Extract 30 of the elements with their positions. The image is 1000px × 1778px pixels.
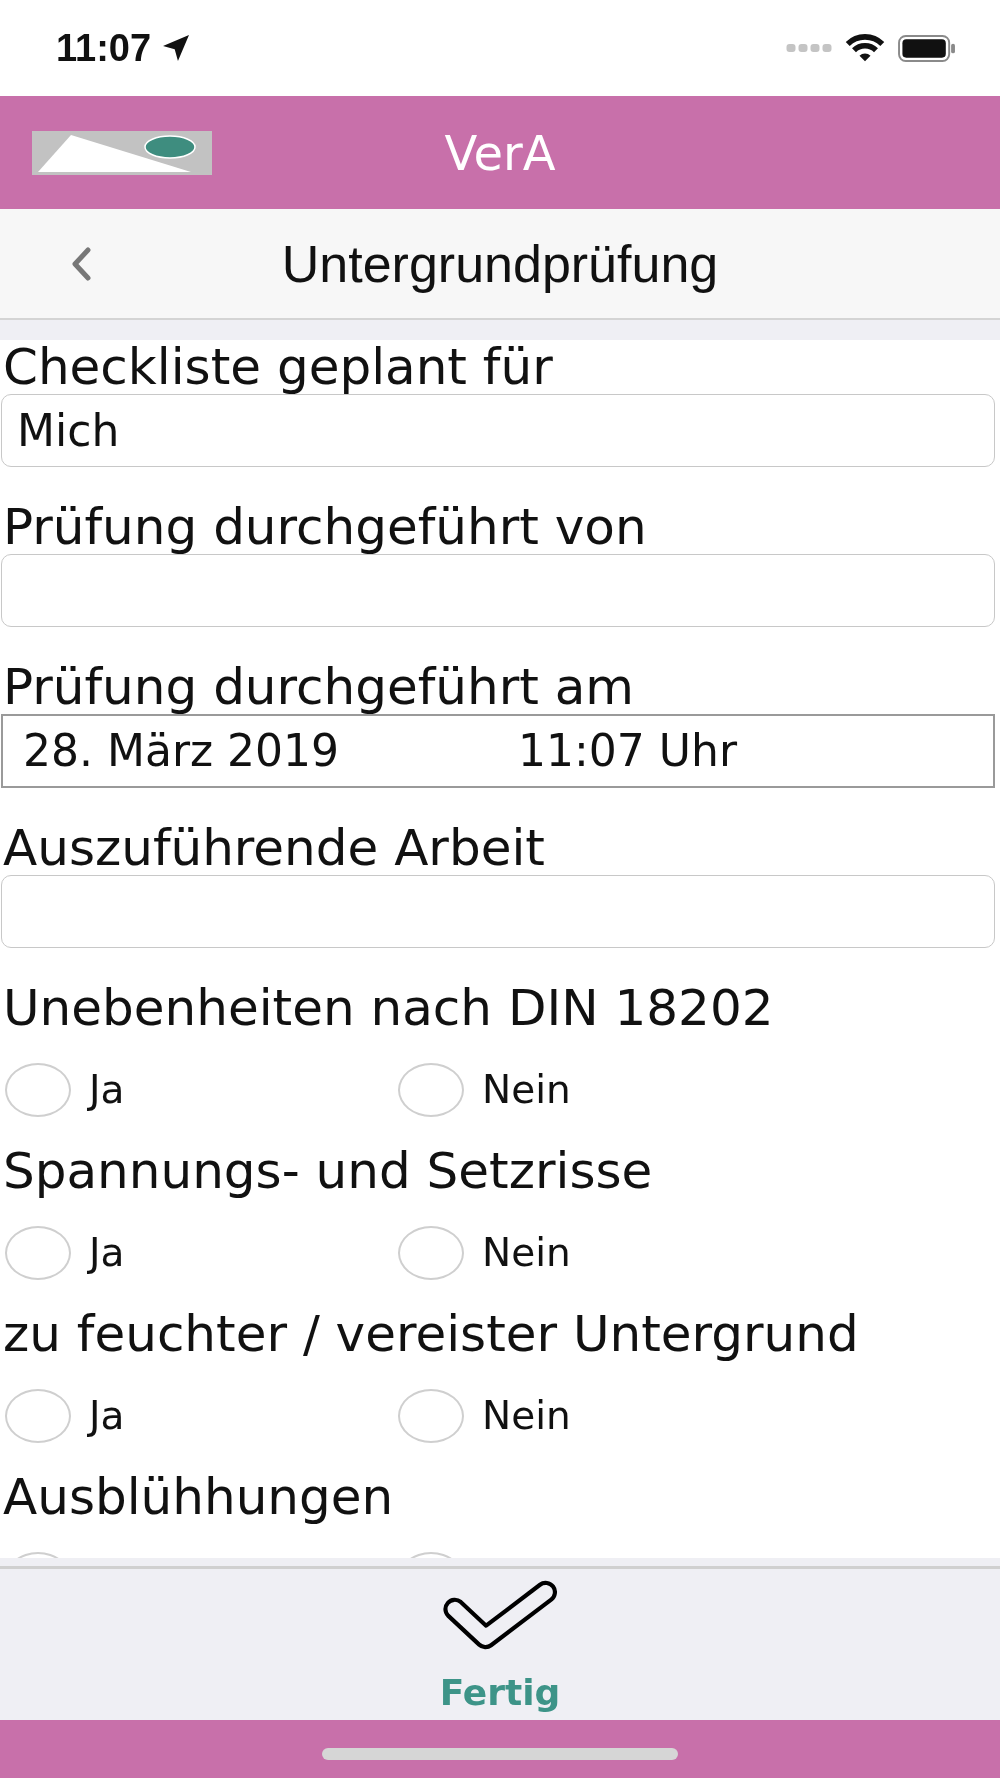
- time-value: 11:07 Uhr: [518, 725, 737, 777]
- status-time: 11:07: [56, 27, 152, 69]
- wifi-icon: [845, 34, 885, 62]
- field-label: Unebenheiten nach DIN 18202: [2, 981, 775, 1035]
- radio-label: Ja: [89, 1066, 125, 1113]
- radio-label: Nein: [482, 1392, 571, 1439]
- signal-icon: [786, 43, 832, 53]
- radio-label: Nein: [482, 1066, 571, 1113]
- radio-label: Ja: [89, 1392, 125, 1439]
- back-icon[interactable]: [70, 246, 92, 281]
- text-field[interactable]: [1, 875, 995, 948]
- text-field[interactable]: Mich: [1, 394, 995, 467]
- field-label: Prüfung durchgeführt von: [2, 500, 648, 554]
- text-field[interactable]: [1, 554, 995, 627]
- battery-icon: [898, 34, 956, 62]
- check-icon: [443, 1580, 557, 1650]
- field-label: Prüfung durchgeführt am: [2, 660, 636, 714]
- field-label: zu feuchter / vereister Untergrund: [2, 1307, 860, 1361]
- date-value: 28. März 2019: [23, 725, 341, 777]
- field-label: Spannungs- und Setzrisse: [2, 1144, 654, 1198]
- radio-label: Nein: [482, 1229, 571, 1276]
- logo-icon: [32, 130, 212, 175]
- nav-title: Untergrundprüfung: [281, 233, 719, 294]
- radio-label: Ja: [89, 1229, 125, 1276]
- field-label: Ausblühhungen: [2, 1470, 395, 1524]
- location-arrow-icon: [163, 35, 190, 61]
- field-label: Auszuführende Arbeit: [2, 821, 546, 875]
- app-title: VerA: [444, 124, 556, 181]
- field-label: Checkliste geplant für: [2, 340, 554, 394]
- date-time-field[interactable]: 28. März 2019 11:07 Uhr: [1, 714, 995, 788]
